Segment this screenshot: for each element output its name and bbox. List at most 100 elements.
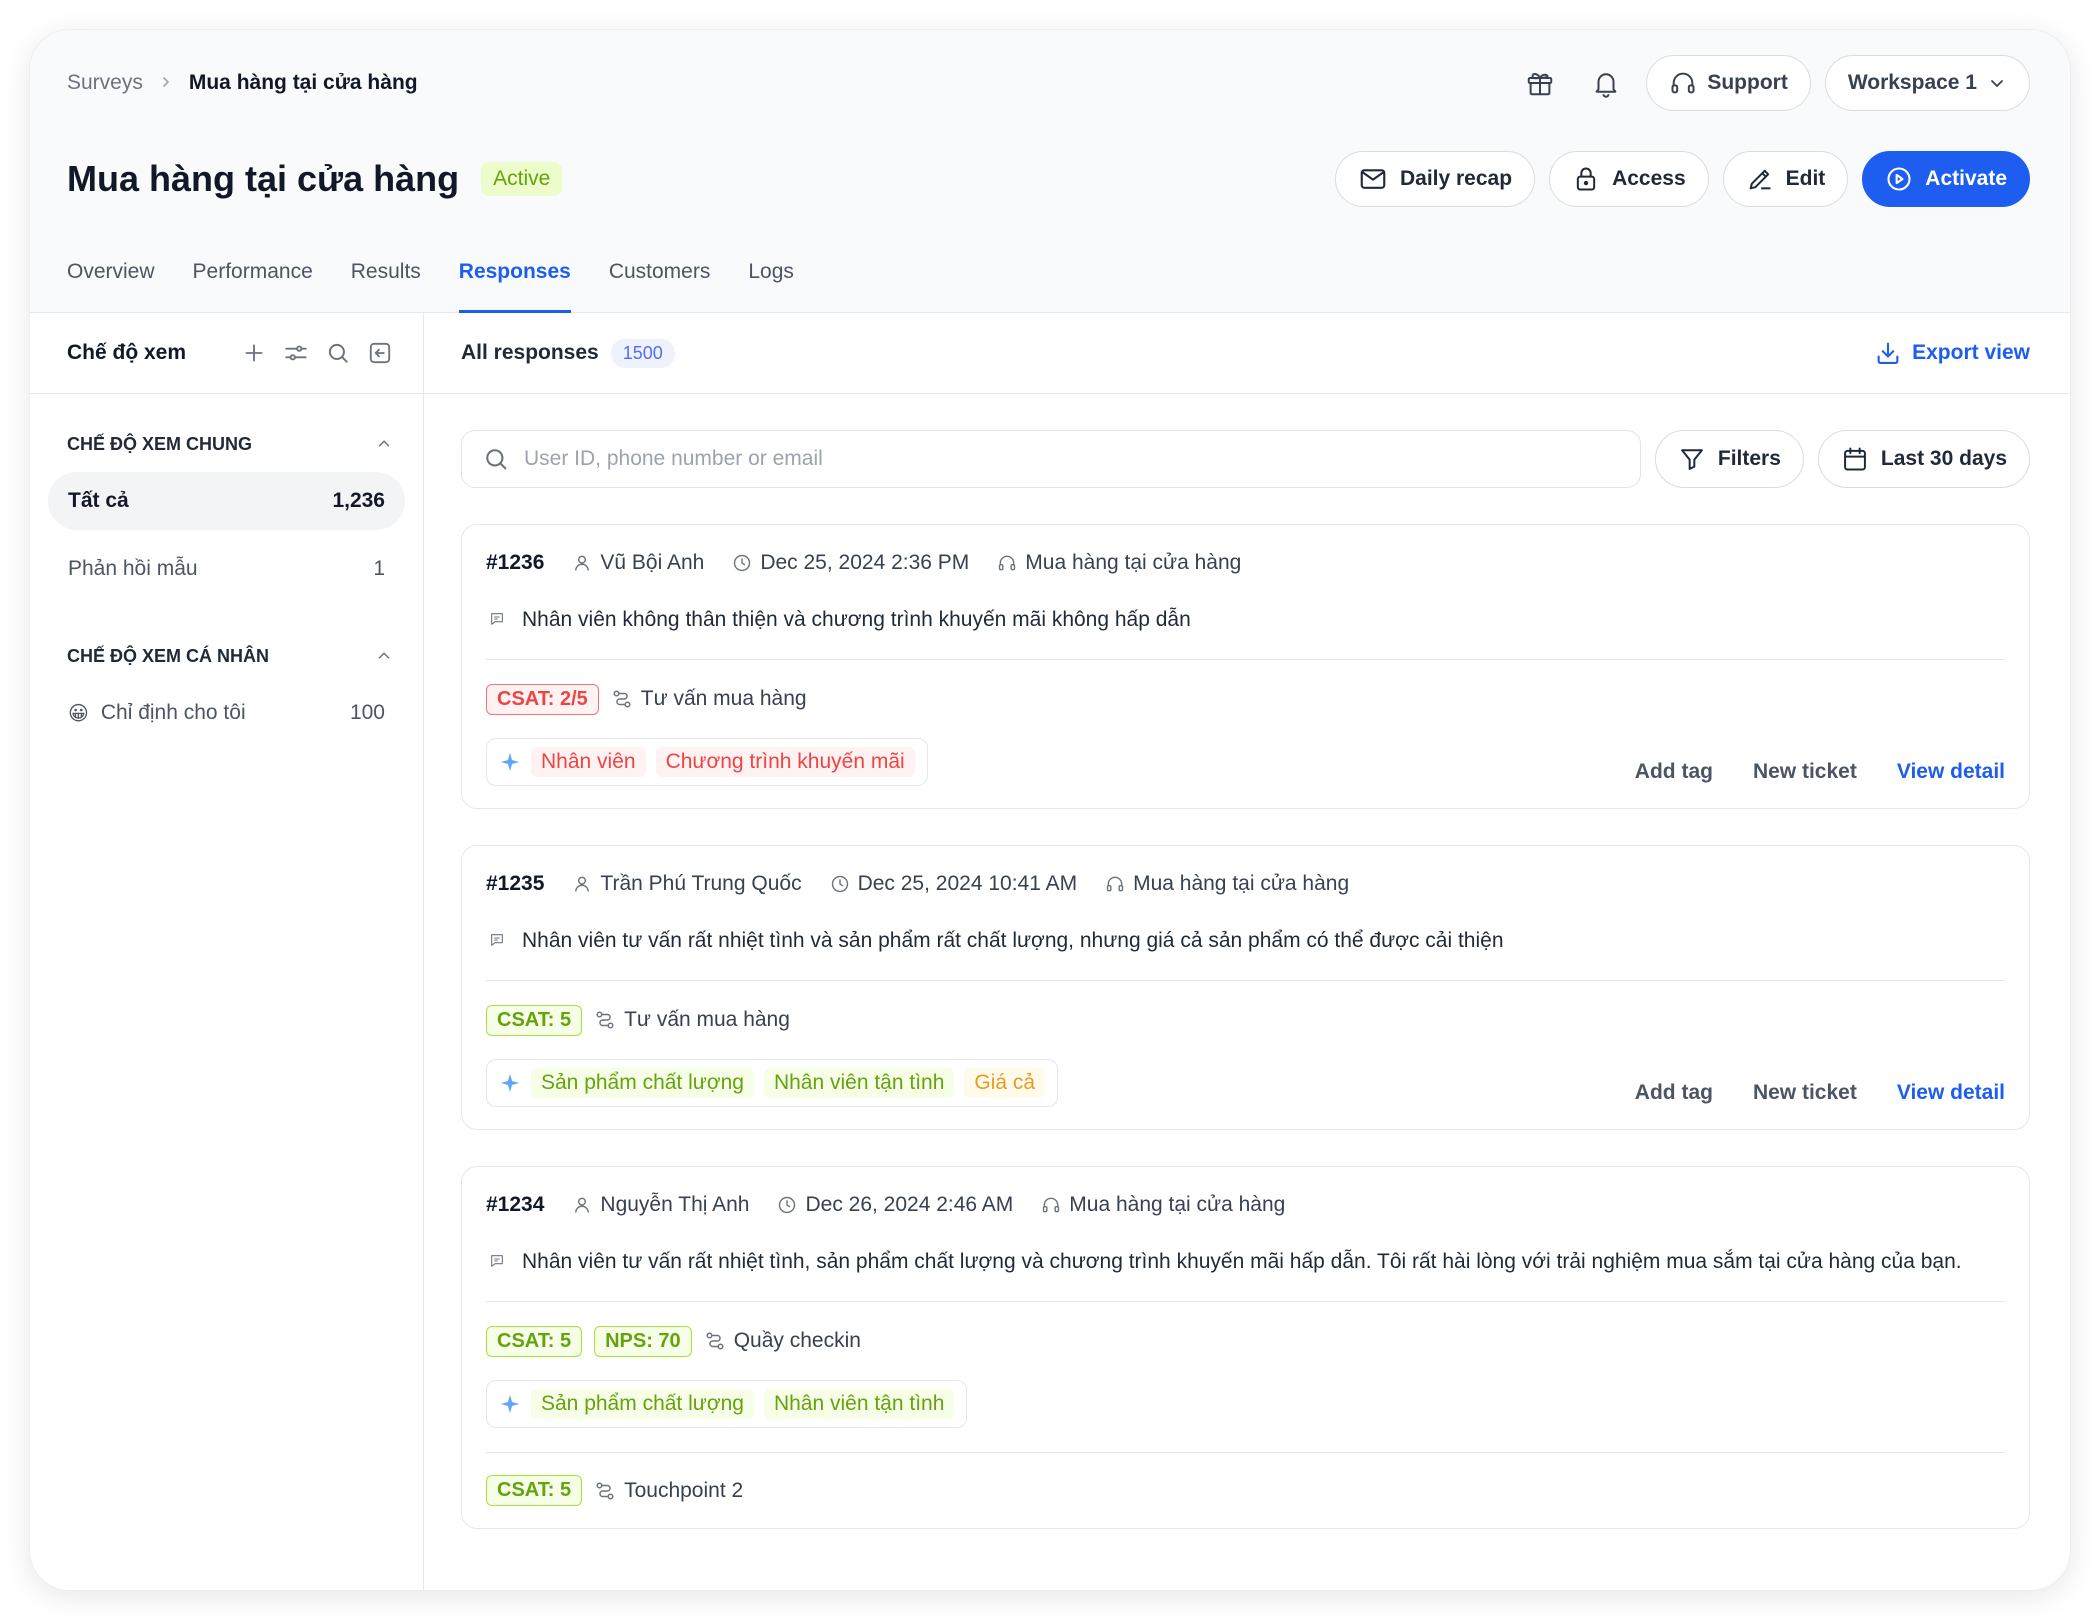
add-tag-button[interactable]: Add tag: [1635, 1081, 1713, 1105]
breadcrumb: Surveys Mua hàng tại cửa hàng: [67, 71, 418, 95]
headphones-icon: [1671, 72, 1695, 94]
download-icon: [1877, 342, 1899, 364]
tag: Nhân viên: [531, 747, 646, 777]
access-label: Access: [1612, 167, 1686, 190]
response-user-name: Trần Phú Trung Quốc: [600, 872, 802, 895]
status-badge: Active: [481, 162, 563, 196]
response-card: #1236 Vũ Bội Anh Dec 25, 2024 2:36 PM Mu…: [461, 524, 2030, 809]
tag-row: Sản phẩm chất lượng Nhân viên tận tình G…: [486, 1059, 2005, 1107]
sidebar-item-label: Tất cả: [68, 489, 129, 512]
activate-button[interactable]: Activate: [1862, 151, 2030, 207]
access-button[interactable]: Access: [1549, 151, 1709, 207]
search-box: [461, 430, 1641, 488]
search-input[interactable]: [524, 447, 1620, 471]
app-window: Surveys Mua hàng tại cửa hàng Support Wo…: [30, 30, 2070, 1590]
sidebar-header: Chế độ xem: [30, 313, 423, 394]
sparkle-icon: [500, 1073, 520, 1093]
touchpoint: Tư vấn mua hàng: [611, 687, 807, 711]
breadcrumb-root-link[interactable]: Surveys: [67, 71, 143, 95]
score-row: CSAT: 5 Touchpoint 2: [486, 1475, 2005, 1506]
gift-button[interactable]: [1514, 57, 1566, 109]
collapse-sidebar-icon[interactable]: [367, 340, 393, 366]
user-icon: [575, 555, 590, 571]
response-comment-text: Nhân viên tư vấn rất nhiệt tình và sản p…: [522, 929, 1504, 952]
tab-responses[interactable]: Responses: [458, 260, 571, 313]
headphones-icon: [1043, 1197, 1060, 1213]
touchpoint: Tư vấn mua hàng: [594, 1008, 790, 1032]
sidebar-item-sample-responses[interactable]: Phản hồi mẫu 1: [48, 540, 405, 598]
edit-label: Edit: [1785, 167, 1826, 190]
view-detail-link[interactable]: View detail: [1897, 1081, 2005, 1105]
user-icon: [575, 1197, 590, 1213]
export-view-button[interactable]: Export view: [1874, 339, 2030, 367]
breadcrumb-current: Mua hàng tại cửa hàng: [188, 71, 418, 94]
response-id[interactable]: #1235: [486, 872, 544, 896]
touchpoint: Quầy checkin: [704, 1329, 861, 1353]
response-user-name: Vũ Bội Anh: [600, 551, 705, 574]
personal-views-title: CHẾ ĐỘ XEM CÁ NHÂN: [67, 645, 270, 666]
page-title: Mua hàng tại cửa hàng: [67, 158, 460, 199]
topbar: Surveys Mua hàng tại cửa hàng Support Wo…: [67, 55, 2030, 111]
response-user-name: Nguyễn Thị Anh: [600, 1193, 750, 1216]
date-range-button[interactable]: Last 30 days: [1817, 430, 2030, 488]
ai-tags: Sản phẩm chất lượng Nhân viên tận tình: [486, 1380, 968, 1428]
response-time-text: Dec 26, 2024 2:46 AM: [805, 1193, 1014, 1216]
sliders-icon[interactable]: [283, 340, 309, 366]
touchpoint: Touchpoint 2: [594, 1479, 743, 1503]
filters-label: Filters: [1717, 447, 1781, 470]
daily-recap-button[interactable]: Daily recap: [1334, 151, 1536, 207]
response-meta: #1236 Vũ Bội Anh Dec 25, 2024 2:36 PM Mu…: [486, 547, 2005, 579]
touchpoint-name: Quầy checkin: [733, 1329, 861, 1352]
headphones-icon: [999, 555, 1016, 571]
filters-button[interactable]: Filters: [1654, 430, 1804, 488]
content-body: Chế độ xem CHẾ ĐỘ XEM CHUNG Tất cả 1,236…: [30, 313, 2070, 1590]
response-id[interactable]: #1234: [486, 1193, 544, 1217]
chevron-down-icon: [1991, 80, 2003, 88]
clock-icon: [734, 554, 751, 572]
route-icon: [596, 1011, 614, 1029]
new-ticket-button[interactable]: New ticket: [1753, 760, 1857, 784]
chevron-up-icon: [378, 652, 390, 659]
response-card: #1235 Trần Phú Trung Quốc Dec 25, 2024 1…: [461, 845, 2030, 1130]
sidebar-item-label: Chỉ định cho tôi: [100, 701, 246, 724]
score-row: CSAT: 2/5 Tư vấn mua hàng: [486, 682, 2005, 716]
response-meta: #1235 Trần Phú Trung Quốc Dec 25, 2024 1…: [486, 868, 2005, 900]
response-survey: Mua hàng tại cửa hàng: [997, 551, 1241, 575]
sidebar-item-all[interactable]: Tất cả 1,236: [48, 472, 405, 530]
workspace-selector[interactable]: Workspace 1: [1824, 55, 2030, 111]
new-ticket-button[interactable]: New ticket: [1753, 1081, 1857, 1105]
tab-performance[interactable]: Performance: [193, 260, 313, 313]
notifications-button[interactable]: [1580, 57, 1632, 109]
sidebar-item-assigned-to-me[interactable]: 😀 Chỉ định cho tôi 100: [48, 684, 405, 742]
response-time-text: Dec 25, 2024 2:36 PM: [760, 551, 970, 574]
search-icon[interactable]: [325, 340, 351, 366]
response-survey: Mua hàng tại cửa hàng: [1105, 872, 1349, 896]
response-comment: Nhân viên tư vấn rất nhiệt tình, sản phẩ…: [486, 1247, 2005, 1277]
response-comment: Nhân viên không thân thiện và chương trì…: [486, 605, 2005, 635]
view-detail-link[interactable]: View detail: [1897, 760, 2005, 784]
response-survey: Mua hàng tại cửa hàng: [1041, 1193, 1285, 1217]
export-view-label: Export view: [1912, 341, 2030, 364]
workspace-label: Workspace 1: [1847, 71, 1977, 94]
tab-results[interactable]: Results: [351, 260, 421, 313]
shared-views-title: CHẾ ĐỘ XEM CHUNG: [67, 433, 253, 454]
edit-button[interactable]: Edit: [1722, 151, 1849, 207]
tab-logs[interactable]: Logs: [748, 260, 794, 313]
clock-icon: [831, 875, 848, 893]
csat-score-badge: CSAT: 2/5: [486, 683, 599, 715]
plus-icon[interactable]: [241, 340, 267, 366]
nps-score-badge: NPS: 70: [594, 1325, 692, 1357]
tab-customers[interactable]: Customers: [609, 260, 711, 313]
sidebar-item-count: 100: [349, 701, 385, 724]
divider: [486, 1301, 2005, 1302]
shared-views-group[interactable]: CHẾ ĐỘ XEM CHUNG: [30, 426, 423, 462]
personal-views-group[interactable]: CHẾ ĐỘ XEM CÁ NHÂN: [30, 638, 423, 674]
response-time: Dec 25, 2024 10:41 AM: [830, 872, 1077, 896]
tab-overview[interactable]: Overview: [67, 260, 155, 313]
add-tag-button[interactable]: Add tag: [1635, 760, 1713, 784]
support-button[interactable]: Support: [1646, 55, 1811, 111]
sparkle-icon: [500, 752, 520, 772]
response-id[interactable]: #1236: [486, 551, 544, 575]
responses-title: All responses: [461, 341, 599, 364]
route-icon: [613, 690, 631, 708]
